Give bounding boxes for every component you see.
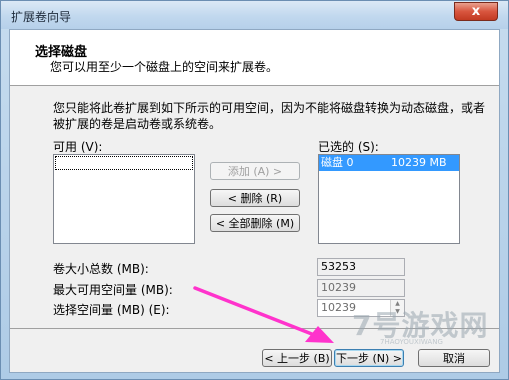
page-header: 选择磁盘 您可以用至少一个磁盘上的空间来扩展卷。 (10, 30, 499, 86)
close-icon: x (471, 4, 481, 19)
max-space-label: 最大可用空间量 (MB): (53, 283, 173, 297)
description-text: 您只能将此卷扩展到如下所示的可用空间，因为不能将磁盘转换为动态磁盘，或者被扩展的… (53, 101, 486, 131)
window-title: 扩展卷向导 (11, 10, 72, 24)
remove-button[interactable]: < 删除 (R) (210, 189, 300, 207)
add-button[interactable]: 添加 (A) > (210, 162, 300, 180)
list-item[interactable]: 磁盘 0 10239 MB (319, 155, 459, 171)
max-space-value: 10239 (317, 279, 405, 297)
wizard-window: 扩展卷向导 x 选择磁盘 您可以用至少一个磁盘上的空间来扩展卷。 您只能将此卷扩… (0, 0, 509, 380)
cancel-button[interactable]: 取消 (418, 349, 490, 367)
list-focus-placeholder (55, 156, 193, 170)
total-size-label: 卷大小总数 (MB): (53, 262, 149, 276)
remove-all-button[interactable]: < 全部删除 (M) (210, 214, 300, 232)
back-button[interactable]: < 上一步 (B) (262, 349, 332, 367)
spin-up-icon[interactable]: ▲ (391, 300, 404, 308)
space-spinner[interactable]: ▲ ▼ (390, 300, 404, 316)
select-space-value: 10239 (321, 301, 356, 314)
disk-name: 磁盘 0 (321, 156, 354, 169)
selected-label: 已选的 (S): (318, 140, 379, 154)
available-label: 可用 (V): (53, 140, 103, 154)
close-button[interactable]: x (454, 2, 498, 21)
select-space-input[interactable]: 10239 ▲ ▼ (317, 299, 405, 317)
page-subtitle: 您可以用至少一个磁盘上的空间来扩展卷。 (50, 60, 279, 74)
total-size-value: 53253 (317, 258, 405, 276)
select-space-label: 选择空间量 (MB) (E): (53, 303, 170, 317)
selected-disks-list[interactable]: 磁盘 0 10239 MB (318, 154, 460, 244)
title-bar[interactable]: 扩展卷向导 x (1, 1, 508, 29)
spin-down-icon[interactable]: ▼ (391, 308, 404, 316)
wizard-page: 选择磁盘 您可以用至少一个磁盘上的空间来扩展卷。 您只能将此卷扩展到如下所示的可… (9, 29, 500, 373)
next-button[interactable]: 下一步 (N) > (334, 349, 404, 367)
available-disks-list[interactable] (53, 154, 195, 244)
disk-size: 10239 MB (391, 156, 447, 169)
footer-divider (10, 328, 499, 329)
